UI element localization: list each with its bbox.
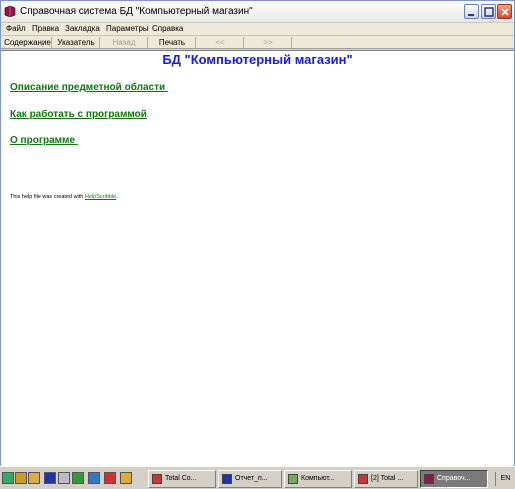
task-label: Справоч...	[437, 475, 471, 482]
contents-button[interactable]: Содержание	[4, 37, 52, 48]
credit-text: This help file was created with	[10, 194, 85, 200]
maximize-button[interactable]	[481, 4, 496, 19]
menu-options[interactable]: Параметры	[106, 24, 149, 33]
maximize-icon	[484, 7, 494, 17]
index-button[interactable]: Указатель	[53, 37, 100, 48]
total-commander-icon	[358, 474, 368, 484]
credit-suffix: .	[116, 194, 118, 200]
minimize-icon	[468, 14, 474, 16]
task-button[interactable]: Total Co...	[148, 470, 216, 488]
credit-note: This help file was created with HelpScri…	[10, 194, 118, 200]
help-content: БД "Компьютерный магазин" Описание предм…	[1, 50, 514, 466]
toolbar: Содержание Указатель Назад Печать << >>	[1, 36, 514, 49]
task-label: Компьют...	[301, 475, 335, 482]
next-topic-button[interactable]: >>	[245, 37, 292, 48]
credit-link[interactable]: HelpScribble	[85, 194, 116, 200]
window-title: Справочная система БД "Компьютерный мага…	[20, 6, 253, 17]
menu-file[interactable]: Файл	[6, 24, 26, 33]
quicklaunch-icon[interactable]	[58, 472, 70, 484]
topic-link-how-to-use[interactable]: Как работать с программой	[10, 109, 147, 120]
back-button[interactable]: Назад	[101, 37, 148, 48]
taskbar: Total Co... Отчет_п... Компьют... [2] To…	[0, 466, 515, 489]
topic-link-domain-description[interactable]: Описание предметной области	[10, 82, 168, 93]
language-indicator[interactable]: EN	[495, 472, 515, 486]
task-button[interactable]: Компьют...	[284, 470, 352, 488]
close-button[interactable]	[497, 4, 512, 19]
task-button[interactable]: Отчет_п...	[218, 470, 282, 488]
quicklaunch-icon[interactable]	[104, 472, 116, 484]
task-button-active[interactable]: Справоч...	[420, 470, 488, 488]
menu-edit[interactable]: Правка	[32, 24, 59, 33]
help-book-icon	[424, 474, 434, 484]
menu-bar: Файл Правка Закладка Параметры Справка	[1, 23, 514, 36]
quicklaunch-icon[interactable]	[120, 472, 132, 484]
title-bar[interactable]: Справочная система БД "Компьютерный мага…	[1, 1, 514, 23]
topic-link-about[interactable]: О программе	[10, 135, 78, 146]
word-document-icon	[222, 474, 232, 484]
total-commander-icon	[152, 474, 162, 484]
print-button[interactable]: Печать	[149, 37, 196, 48]
quicklaunch-icon[interactable]	[15, 472, 27, 484]
quicklaunch-icon[interactable]	[2, 472, 14, 484]
quicklaunch-icon[interactable]	[72, 472, 84, 484]
help-book-icon	[4, 5, 16, 17]
application-icon	[288, 474, 298, 484]
word-icon[interactable]	[44, 472, 56, 484]
quicklaunch-icon[interactable]	[88, 472, 100, 484]
page-title: БД "Компьютерный магазин"	[162, 52, 353, 67]
task-button[interactable]: [2] Total ...	[354, 470, 418, 488]
task-label: [2] Total ...	[371, 475, 404, 482]
task-label: Отчет_п...	[235, 475, 268, 482]
menu-help[interactable]: Справка	[152, 24, 183, 33]
minimize-button[interactable]	[464, 4, 479, 19]
quicklaunch-icon[interactable]	[28, 472, 40, 484]
prev-topic-button[interactable]: <<	[197, 37, 244, 48]
task-label: Total Co...	[165, 475, 197, 482]
menu-bookmark[interactable]: Закладка	[65, 24, 100, 33]
close-icon	[501, 8, 509, 16]
help-window: Справочная система БД "Компьютерный мага…	[0, 0, 515, 466]
